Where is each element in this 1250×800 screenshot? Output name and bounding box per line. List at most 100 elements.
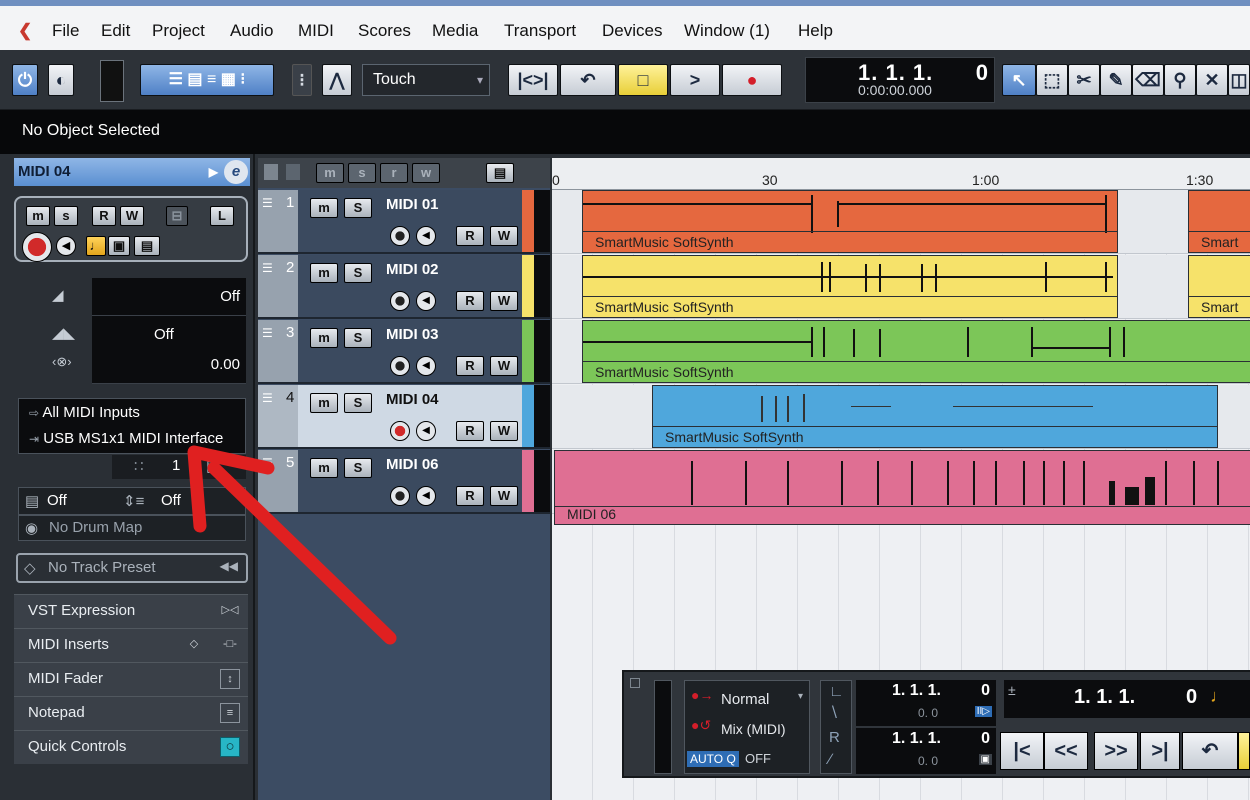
track-record-enable-button[interactable] xyxy=(390,291,410,311)
track-write-button[interactable]: W xyxy=(490,486,518,506)
lane-display-icon[interactable]: ▤ xyxy=(134,236,160,256)
bypass-icon[interactable]: ◇ xyxy=(184,635,204,655)
record-mode-select[interactable]: Mix (MIDI) xyxy=(721,721,786,737)
global-solo-button[interactable]: s xyxy=(348,163,376,183)
track-row[interactable]: ☰ 2 m S MIDI 02 ◀ R W xyxy=(258,255,550,319)
lock-icon[interactable]: ▣ xyxy=(108,236,130,256)
power-icon[interactable]: ⏻ xyxy=(12,64,38,96)
lanes-icon[interactable]: L xyxy=(210,206,234,226)
midi-part[interactable]: SmartMusic SoftSynth xyxy=(582,255,1118,318)
transport-cycle-button[interactable]: ↶ xyxy=(1182,732,1238,770)
track-record-enable-button[interactable] xyxy=(390,486,410,506)
track-color-strip[interactable] xyxy=(522,385,534,447)
track-row[interactable]: ☰ 3 m S MIDI 03 ◀ R W xyxy=(258,320,550,384)
play-button[interactable]: > xyxy=(670,64,720,96)
track-row[interactable]: ☰ 1 m S MIDI 01 ◀ R W xyxy=(258,190,550,254)
read-automation-button[interactable]: R xyxy=(92,206,116,226)
section-notepad[interactable]: Notepad ≡ xyxy=(14,696,248,730)
track-record-enable-button[interactable] xyxy=(390,356,410,376)
menu-file[interactable]: File xyxy=(52,20,79,42)
menu-midi[interactable]: MIDI xyxy=(298,20,334,42)
midi-part[interactable]: MIDI 06 xyxy=(554,450,1250,525)
go-to-start-button[interactable]: |<>| xyxy=(508,64,558,96)
time-warp-tool-icon[interactable]: ◫ xyxy=(1228,64,1250,96)
automation-icon[interactable]: ⋀ xyxy=(322,64,352,96)
auto-quantize-button[interactable]: AUTO Q xyxy=(687,751,739,767)
transport-stop-button[interactable] xyxy=(1238,732,1250,770)
rewind-button[interactable]: << xyxy=(1044,732,1088,770)
delay-field[interactable]: 0.00 xyxy=(92,346,246,384)
track-mute-button[interactable]: m xyxy=(310,198,338,218)
track-write-button[interactable]: W xyxy=(490,291,518,311)
erase-tool-icon[interactable]: ⌫ xyxy=(1132,64,1164,96)
program-select-value[interactable]: Off xyxy=(161,492,181,509)
note-icon[interactable]: ♩ xyxy=(86,236,106,256)
inspector-track-header[interactable]: MIDI 04 ▶ e xyxy=(14,158,250,186)
go-to-right-locator-button[interactable]: >| xyxy=(1140,732,1180,770)
record-enable-button[interactable] xyxy=(22,232,52,262)
record-button[interactable]: ● xyxy=(722,64,782,96)
track-color-strip[interactable] xyxy=(522,320,534,382)
go-to-left-locator-button[interactable]: |< xyxy=(1000,732,1044,770)
cycle-button[interactable]: ↶ xyxy=(560,64,616,96)
mute-button[interactable]: m xyxy=(26,206,50,226)
stop-button[interactable]: □ xyxy=(618,64,668,96)
monitor-button[interactable]: ◀ xyxy=(56,236,76,256)
menu-window[interactable]: Window (1) xyxy=(684,20,770,42)
timeline-ruler[interactable]: 0 30 1:00 1:30 xyxy=(552,158,1250,190)
track-read-button[interactable]: R xyxy=(456,356,484,376)
track-read-button[interactable]: R xyxy=(456,421,484,441)
solo-button[interactable]: s xyxy=(54,206,78,226)
midi-part[interactable]: Smart xyxy=(1188,190,1250,253)
automation-mode-select[interactable]: Touch ▾ xyxy=(362,64,490,96)
mute-tool-icon[interactable]: ✕ xyxy=(1196,64,1228,96)
section-vst-expression[interactable]: VST Expression ▷◁ xyxy=(14,594,248,628)
midi-part[interactable]: Smart xyxy=(1188,255,1250,318)
punch-out-icon[interactable]: ∕ xyxy=(829,751,832,768)
midi-channel-field[interactable]: ∷ 1 ▤ xyxy=(112,455,246,479)
menu-audio[interactable]: Audio xyxy=(230,20,273,42)
mixer-icon[interactable]: ⁝ xyxy=(292,64,312,96)
edit-button-icon[interactable]: ▤ xyxy=(206,457,220,475)
quantize-mode-select[interactable]: Normal xyxy=(721,691,769,708)
cubase-logo-icon[interactable]: ❮ xyxy=(18,22,40,40)
menu-help[interactable]: Help xyxy=(798,20,833,42)
track-name[interactable]: MIDI 04 xyxy=(386,391,439,408)
track-name[interactable]: MIDI 01 xyxy=(386,196,439,213)
midi-part[interactable]: SmartMusic SoftSynth xyxy=(652,385,1218,448)
track-monitor-button[interactable]: ◀ xyxy=(416,356,436,376)
global-read-button[interactable]: r xyxy=(380,163,408,183)
track-mute-button[interactable]: m xyxy=(310,458,338,478)
track-name[interactable]: MIDI 02 xyxy=(386,261,439,278)
track-monitor-button[interactable]: ◀ xyxy=(416,486,436,506)
bank-select-value[interactable]: Off xyxy=(47,492,67,509)
track-solo-button[interactable]: S xyxy=(344,393,372,413)
object-select-tool-icon[interactable]: ↖ xyxy=(1002,64,1036,96)
glue-tool-icon[interactable]: ✎ xyxy=(1100,64,1132,96)
global-mute-button[interactable]: m xyxy=(316,163,344,183)
midi-output-select[interactable]: ⇥ USB MS1x1 MIDI Interface xyxy=(29,430,223,447)
track-row[interactable]: ☰ 5 m S MIDI 06 ◀ R W xyxy=(258,450,550,514)
track-solo-button[interactable]: S xyxy=(344,458,372,478)
split-tool-icon[interactable]: ✂ xyxy=(1068,64,1100,96)
left-locator-display[interactable]: 1. 1. 1. 0 0. 0 II▷ xyxy=(856,680,996,726)
track-read-button[interactable]: R xyxy=(456,486,484,506)
menu-media[interactable]: Media xyxy=(432,20,478,42)
expand-arrow-icon[interactable]: ▶ xyxy=(209,158,218,186)
freeze-icon[interactable]: ⊟ xyxy=(166,206,188,226)
right-locator-icon[interactable]: R xyxy=(829,729,840,746)
track-solo-button[interactable]: S xyxy=(344,263,372,283)
section-midi-fader[interactable]: MIDI Fader ↕ xyxy=(14,662,248,696)
global-write-button[interactable]: w xyxy=(412,163,440,183)
track-record-enable-button[interactable] xyxy=(390,226,410,246)
right-locator-display[interactable]: 1. 1. 1. 0 0. 0 ▣ xyxy=(856,728,996,774)
track-color-strip[interactable] xyxy=(522,190,534,252)
punch-in-icon[interactable]: ∖ xyxy=(829,703,839,721)
track-monitor-button[interactable]: ◀ xyxy=(416,226,436,246)
track-monitor-button[interactable]: ◀ xyxy=(416,421,436,441)
track-solo-button[interactable]: S xyxy=(344,328,372,348)
menu-edit[interactable]: Edit xyxy=(101,20,130,42)
track-write-button[interactable]: W xyxy=(490,356,518,376)
zoom-tool-icon[interactable]: ⚲ xyxy=(1164,64,1196,96)
transport-menu-icon[interactable] xyxy=(630,678,640,688)
